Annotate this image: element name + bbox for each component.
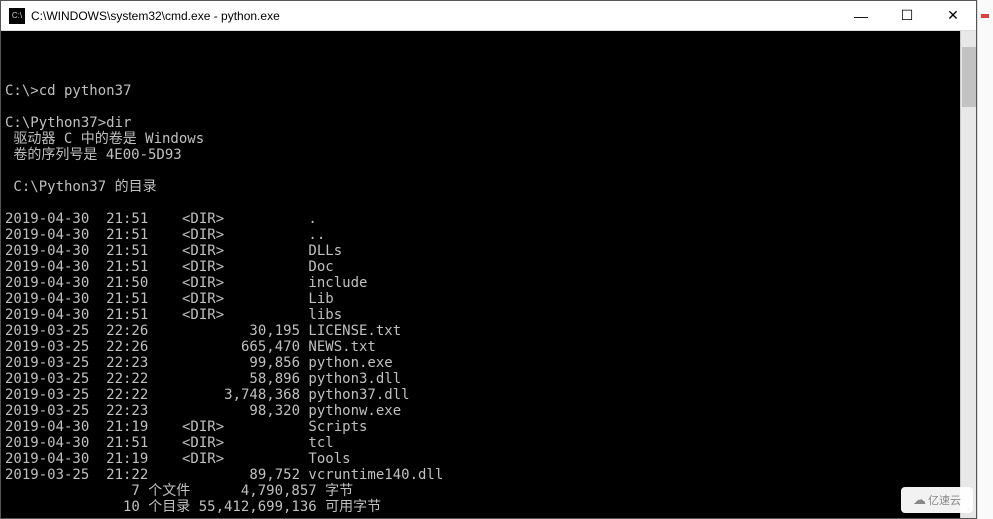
- scrollbar[interactable]: ▴ ▾: [960, 31, 976, 518]
- window-controls: — ☐ ✕: [838, 1, 976, 30]
- red-marker: [981, 14, 989, 18]
- cloud-icon: ☁: [913, 492, 926, 508]
- window-title: C:\WINDOWS\system32\cmd.exe - python.exe: [31, 9, 838, 23]
- watermark-badge: ☁ 亿速云: [901, 487, 973, 513]
- minimize-button[interactable]: —: [838, 1, 884, 30]
- terminal-area[interactable]: C:\>cd python37 C:\Python37>dir 驱动器 C 中的…: [1, 31, 976, 518]
- watermark-text: 亿速云: [928, 492, 961, 508]
- maximize-button[interactable]: ☐: [884, 1, 930, 30]
- terminal-output: C:\>cd python37 C:\Python37>dir 驱动器 C 中的…: [3, 67, 974, 518]
- close-button[interactable]: ✕: [930, 1, 976, 30]
- scrollbar-thumb[interactable]: [962, 47, 976, 107]
- cmd-icon: C:\: [9, 8, 25, 24]
- cmd-window: C:\ C:\WINDOWS\system32\cmd.exe - python…: [0, 0, 977, 519]
- page-right-edge: [977, 0, 993, 519]
- titlebar[interactable]: C:\ C:\WINDOWS\system32\cmd.exe - python…: [1, 1, 976, 31]
